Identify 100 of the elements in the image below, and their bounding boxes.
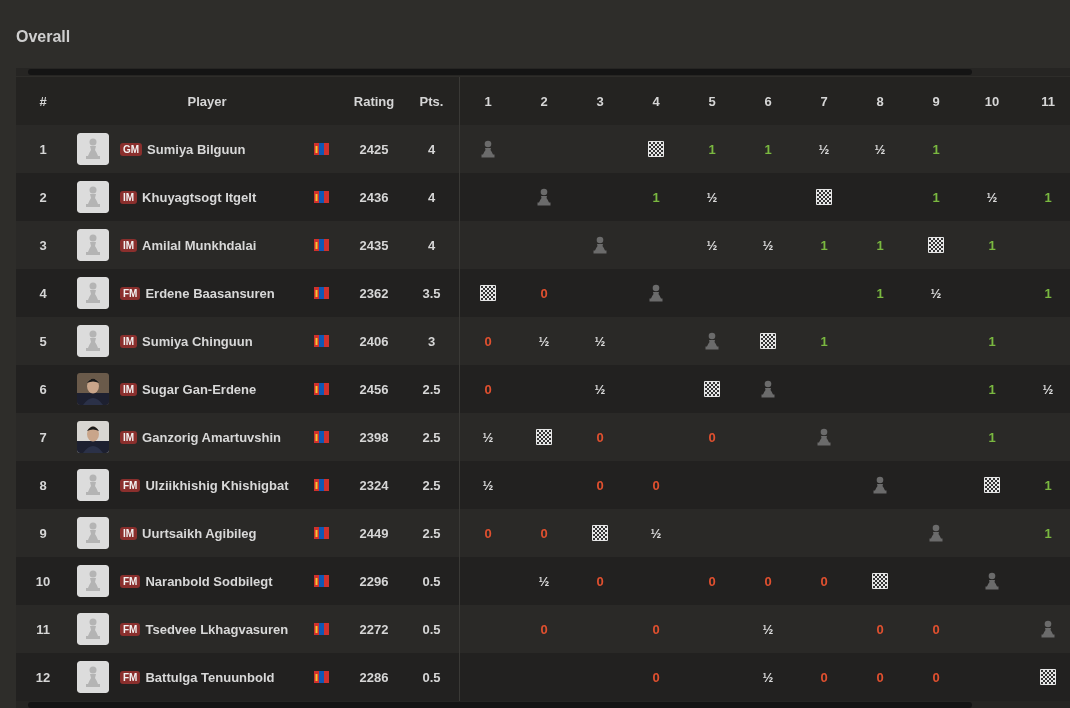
checkerboard-icon — [984, 477, 1000, 493]
result-cell: 0 — [876, 621, 884, 637]
result-cell: ½ — [706, 189, 718, 205]
flag-icon — [314, 383, 329, 395]
player-name[interactable]: Battulga Tenuunbold — [145, 669, 275, 685]
result-cell: 0 — [652, 669, 660, 685]
flag-icon — [314, 335, 329, 347]
column-header: 8 — [875, 92, 885, 111]
result-cell: 1 — [1044, 189, 1052, 205]
pawn-icon — [704, 332, 720, 350]
result-cell: ½ — [762, 621, 774, 637]
player-name[interactable]: Erdene Baasansuren — [145, 285, 275, 301]
checkerboard-icon — [1040, 669, 1056, 685]
scrollbar[interactable] — [16, 701, 1070, 708]
flag-icon — [314, 623, 329, 635]
pawn-icon — [536, 188, 552, 206]
result-cell: 1 — [988, 333, 996, 349]
column-header: 1 — [483, 92, 493, 111]
result-cell: 0 — [932, 621, 940, 637]
player-name[interactable]: Uurtsaikh Agibileg — [142, 525, 257, 541]
avatar-icon — [77, 565, 109, 597]
flag-icon — [314, 575, 329, 587]
result-cell: ½ — [482, 477, 494, 493]
column-header: 11 — [1040, 92, 1056, 111]
result-cell: 0 — [540, 525, 548, 541]
rating-cell-text: 2425 — [358, 140, 390, 159]
result-cell: ½ — [538, 333, 550, 349]
result-cell: 0 — [876, 669, 884, 685]
result-cell: 0 — [596, 477, 604, 493]
result-cell: ½ — [762, 669, 774, 685]
result-cell: 0 — [540, 285, 548, 301]
result-cell: 1 — [932, 141, 940, 157]
result-cell: ½ — [874, 141, 886, 157]
column-header: 9 — [931, 92, 941, 111]
column-header: Rating — [352, 92, 396, 111]
result-cell: ½ — [706, 237, 718, 253]
player-name[interactable]: Ulziikhishig Khishigbat — [145, 477, 289, 493]
rating-cell-text: 2272 — [358, 620, 390, 639]
flag-icon — [314, 479, 329, 491]
result-cell: ½ — [762, 237, 774, 253]
rating-cell-text: 2286 — [358, 668, 390, 687]
flag-icon — [314, 191, 329, 203]
result-cell: ½ — [986, 189, 998, 205]
result-cell: 0 — [484, 333, 492, 349]
rating-cell-text: 2449 — [358, 524, 390, 543]
pawn-icon — [648, 284, 664, 302]
checkerboard-icon — [536, 429, 552, 445]
rank-cell-text: 9 — [38, 524, 48, 543]
rank-cell-text: 3 — [38, 236, 48, 255]
rating-cell-text: 2362 — [358, 284, 390, 303]
avatar-icon — [77, 181, 109, 213]
title-badge: IM — [120, 526, 138, 540]
result-cell: ½ — [482, 429, 494, 445]
player-name[interactable]: Sugar Gan-Erdene — [142, 381, 257, 397]
rating-cell-text: 2436 — [358, 188, 390, 207]
player-name[interactable]: Tsedvee Lkhagvasuren — [145, 621, 289, 637]
flag-icon — [314, 671, 329, 683]
avatar-icon — [77, 517, 109, 549]
rank-cell-text: 4 — [38, 284, 48, 303]
title-badge: IM — [120, 238, 138, 252]
rating-cell-text: 2296 — [358, 572, 390, 591]
title-badge: IM — [120, 430, 138, 444]
column-header: 6 — [763, 92, 773, 111]
rank-cell-text: 8 — [38, 476, 48, 495]
column-header: # — [38, 92, 48, 111]
result-cell: 0 — [932, 669, 940, 685]
result-cell: 1 — [1044, 285, 1052, 301]
result-cell: ½ — [650, 525, 662, 541]
checkerboard-icon — [928, 237, 944, 253]
checkerboard-icon — [592, 525, 608, 541]
flag-icon — [314, 239, 329, 251]
result-cell: 0 — [652, 477, 660, 493]
player-name[interactable]: Ganzorig Amartuvshin — [142, 429, 282, 445]
result-cell: 1 — [876, 237, 884, 253]
result-cell: 0 — [596, 573, 604, 589]
result-cell: 1 — [988, 381, 996, 397]
result-cell: 1 — [1044, 477, 1052, 493]
column-header: 3 — [595, 92, 605, 111]
pawn-icon — [592, 236, 608, 254]
result-cell: 0 — [596, 429, 604, 445]
checkerboard-icon — [480, 285, 496, 301]
rank-cell-text: 2 — [38, 188, 48, 207]
result-cell: 0 — [820, 669, 828, 685]
player-name[interactable]: Sumiya Chinguun — [142, 333, 253, 349]
player-name[interactable]: Naranbold Sodbilegt — [145, 573, 273, 589]
scrollbar[interactable] — [16, 68, 1070, 76]
column-header: 7 — [819, 92, 829, 111]
pawn-icon — [928, 524, 944, 542]
result-cell: 1 — [764, 141, 772, 157]
rating-cell-text: 2435 — [358, 236, 390, 255]
result-cell: 0 — [708, 429, 716, 445]
player-name[interactable]: Amilal Munkhdalai — [142, 237, 257, 253]
result-cell: ½ — [930, 285, 942, 301]
title-badge: IM — [120, 382, 138, 396]
pawn-icon — [480, 140, 496, 158]
player-name[interactable]: Sumiya Bilguun — [147, 141, 246, 157]
result-cell: ½ — [818, 141, 830, 157]
flag-icon — [314, 287, 329, 299]
result-cell: 1 — [988, 429, 996, 445]
player-name[interactable]: Khuyagtsogt Itgelt — [142, 189, 257, 205]
